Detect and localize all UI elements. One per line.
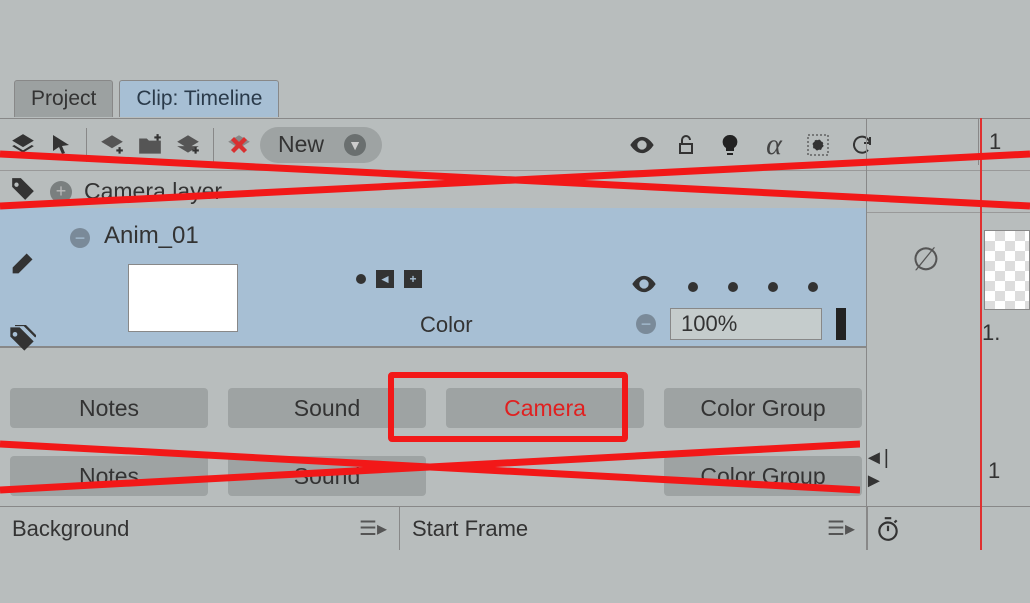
tab-project[interactable]: Project	[14, 80, 113, 117]
start-frame-label: Start Frame	[412, 516, 528, 542]
background-dropdown[interactable]: Background ☰▸	[0, 507, 400, 550]
tags-icon[interactable]	[8, 325, 36, 360]
dot-icon[interactable]	[808, 282, 818, 292]
separator	[86, 128, 87, 162]
dot-icon[interactable]	[356, 274, 366, 284]
sound-button[interactable]: Sound	[228, 456, 426, 496]
timeline-track-area[interactable]	[866, 118, 1030, 550]
new-label: New	[278, 131, 324, 158]
visibility-dot-icon[interactable]	[630, 270, 658, 304]
delete-layer-icon[interactable]	[222, 128, 256, 162]
eraser-icon[interactable]	[8, 250, 36, 285]
lightbulb-icon[interactable]	[713, 128, 747, 162]
selected-layer-row[interactable]: − Anim_01 ◄ + Color − 100%	[0, 208, 866, 348]
opacity-input[interactable]: 100%	[670, 308, 822, 340]
dot-icon[interactable]	[688, 282, 698, 292]
notes-button[interactable]: Notes	[10, 456, 208, 496]
layer-dots-mid: ◄ +	[356, 270, 422, 288]
camera-layer-label: Camera layer	[84, 178, 222, 205]
start-frame-dropdown[interactable]: Start Frame ☰▸	[400, 507, 868, 550]
playhead[interactable]	[980, 118, 982, 550]
track-buttons-row1: Notes Sound Camera Color Group	[10, 388, 862, 428]
color-group-button[interactable]: Color Group	[664, 388, 862, 428]
opacity-control: − 100%	[636, 308, 846, 340]
opacity-swatch[interactable]	[836, 308, 846, 340]
camera-button[interactable]: Camera	[446, 388, 644, 428]
pointer-icon[interactable]	[44, 128, 78, 162]
panel-tabs: Project Clip: Timeline	[14, 80, 279, 117]
layer-dots-right	[630, 270, 818, 304]
add-layer-icon[interactable]	[95, 128, 129, 162]
sound-button[interactable]: Sound	[228, 388, 426, 428]
collapse-icon[interactable]: −	[70, 228, 90, 248]
tab-clip-timeline[interactable]: Clip: Timeline	[119, 80, 279, 117]
color-group-button[interactable]: Color Group	[664, 456, 862, 496]
background-label: Background	[12, 516, 129, 542]
notes-button[interactable]: Notes	[10, 388, 208, 428]
lock-icon[interactable]	[669, 128, 703, 162]
color-label: Color	[420, 312, 473, 338]
decrease-opacity-icon[interactable]: −	[636, 314, 656, 334]
alpha-icon[interactable]: α	[757, 128, 791, 162]
add-folder-icon[interactable]	[133, 128, 167, 162]
blend-icon[interactable]	[801, 128, 835, 162]
expand-icon[interactable]: +	[50, 181, 72, 203]
visibility-icon[interactable]	[625, 128, 659, 162]
side-tool-icons	[8, 250, 36, 360]
separator	[213, 128, 214, 162]
tag-icon	[10, 176, 36, 208]
chevron-down-icon: ▼	[344, 134, 366, 156]
menu-icon: ☰▸	[827, 516, 855, 541]
layer-name-label[interactable]: Anim_01	[104, 222, 199, 250]
layer-thumbnail[interactable]	[128, 264, 238, 332]
layers-icon[interactable]	[6, 128, 40, 162]
dot-icon[interactable]	[728, 282, 738, 292]
menu-icon: ☰▸	[359, 516, 387, 541]
dot-icon[interactable]	[768, 282, 778, 292]
onion-before-icon[interactable]: ◄	[376, 270, 394, 288]
new-layer-dropdown[interactable]: New ▼	[260, 127, 382, 163]
track-buttons-row2: Notes Sound Color Group	[10, 456, 862, 496]
column-headers: α	[625, 128, 879, 162]
duplicate-layer-icon[interactable]	[171, 128, 205, 162]
onion-after-icon[interactable]: +	[404, 270, 422, 288]
